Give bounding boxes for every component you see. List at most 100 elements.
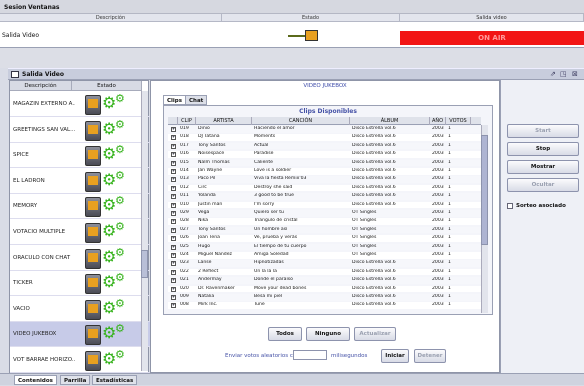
row-checkbox[interactable] <box>171 261 176 267</box>
row-checkbox[interactable] <box>171 219 176 225</box>
tab-clips[interactable]: Clips <box>163 95 187 105</box>
content-list-item[interactable]: MAGAZIN EXTERNO A... ⚙ ⚙ <box>10 92 150 117</box>
th-artist[interactable]: ARTISTA <box>196 117 252 125</box>
row-checkbox[interactable] <box>171 152 176 158</box>
tab-schedule[interactable]: Parrilla <box>60 375 91 385</box>
status-indicator-icon[interactable] <box>305 30 318 41</box>
cell: Move your dead bones <box>254 285 307 291</box>
table-row[interactable]: 014 Jan Wayne Love is a soldier Disco Estre… <box>168 168 488 175</box>
tab-statistics[interactable]: Estadísticas <box>92 375 138 385</box>
stop-button[interactable]: Stop <box>507 142 579 156</box>
start-button[interactable]: Start <box>507 124 579 138</box>
tab-chat[interactable]: Chat <box>185 95 208 105</box>
table-scrollbar-thumb[interactable] <box>481 135 488 245</box>
cell: 1 <box>448 277 451 283</box>
table-row[interactable]: 021 Andermay Donde el paraíso Disco Estrell… <box>168 277 488 284</box>
table-row[interactable]: 028 Nika Triangulo de cristal OT Singles 200… <box>168 218 488 225</box>
th-song[interactable]: CANCIÓN <box>252 117 350 125</box>
table-row[interactable]: 029 Vega Quiero ser tu OT Singles 2003 1 <box>168 210 488 217</box>
table-row[interactable]: 012 Circ Destroy she said Disco Estrella vo… <box>168 184 488 192</box>
lp-col-status: Estado <box>72 81 142 91</box>
close-icon[interactable]: ⊠ <box>572 70 578 78</box>
table-row[interactable]: 013 Paco Pil Viva la fiesta Remix'03 Disco … <box>168 176 488 183</box>
row-checkbox[interactable] <box>171 278 176 284</box>
content-list-item[interactable]: TICKER ⚙ ⚙ <box>10 271 150 297</box>
small-gear-icon: ⚙ <box>115 143 125 157</box>
restore-icon[interactable]: ⇗ <box>550 70 556 78</box>
list-scrollbar[interactable] <box>141 91 148 371</box>
table-row[interactable]: 023 Lanse Hipnotizadas Disco Estrella vol.6… <box>168 260 488 267</box>
table-row[interactable]: 015 Nalm Thomas Caliente Disco Estrella vol… <box>168 159 488 167</box>
row-checkbox[interactable] <box>171 169 176 174</box>
table-row[interactable]: 010 Justin man I'm sorry Disco Estrella vol… <box>168 201 488 209</box>
row-checkbox[interactable] <box>171 135 176 141</box>
table-row[interactable]: 024 Miguel Nandez Amiga Soledad OT Singles 2… <box>168 252 488 259</box>
cell: 1 <box>448 151 451 157</box>
table-row[interactable]: 019 Dinio Haciendo el amor Disco Estrella v… <box>168 126 488 133</box>
table-row[interactable]: 016 Noisespace Paradise Disco Estrella vol.… <box>168 151 488 158</box>
content-list-item[interactable]: VIDEO JUKEBOX ⚙ ⚙ <box>10 322 150 348</box>
window-titlebar[interactable]: Salida Video ⇗ ◳ ⊠ <box>8 68 584 80</box>
content-list-item[interactable]: VOT BARRAE HORIZO... ⚙ ⚙ <box>10 348 150 373</box>
content-list-item[interactable]: VOTACIÓ MÚLTIPLE ⚙ ⚙ <box>10 220 150 245</box>
row-checkbox[interactable] <box>171 185 176 191</box>
select-none-button[interactable]: Ninguno <box>306 327 350 341</box>
tab-contents[interactable]: Contenidos <box>14 375 57 385</box>
table-row[interactable]: 022 2 Reflect Un la la la Disco Estrella vo… <box>168 268 488 276</box>
menu-ventanas[interactable]: Ventanas <box>28 4 59 11</box>
row-checkbox[interactable] <box>171 194 176 200</box>
content-list-item[interactable]: SPICE ⚙ ⚙ <box>10 143 150 169</box>
table-row[interactable]: 011 Yolanda 3 good to be true Disco Estrell… <box>168 193 488 200</box>
row-checkbox[interactable] <box>171 177 176 183</box>
content-list-item[interactable]: GREETINGS SAN VAL... ⚙ ⚙ <box>10 118 150 143</box>
draw-checkbox[interactable] <box>507 203 513 209</box>
start-votes-button[interactable]: Iniciar <box>381 349 409 363</box>
row-checkbox[interactable] <box>171 227 176 233</box>
refresh-button[interactable]: Actualizar <box>354 327 396 341</box>
cell: 010 <box>180 201 189 207</box>
table-row[interactable]: 025 Hugo El tiempo de tu cuerpo OT Singles 2… <box>168 243 488 251</box>
th-clip[interactable]: CLIP <box>178 117 196 125</box>
table-row[interactable]: 009 Natalia Besa mi piel Disco Estrella vol… <box>168 294 488 301</box>
table-row[interactable]: 020 Dr. Ravenmaker Move your dead bones Dis… <box>168 285 488 293</box>
row-checkbox[interactable] <box>171 143 176 149</box>
cell: 1 <box>448 302 451 308</box>
small-gear-icon: ⚙ <box>115 296 125 310</box>
select-all-button[interactable]: Todos <box>268 327 302 341</box>
cell: 028 <box>180 218 189 224</box>
content-list-item[interactable]: VACIO ⚙ ⚙ <box>10 297 150 322</box>
th-year[interactable]: AÑO <box>430 117 446 125</box>
row-checkbox[interactable] <box>171 286 176 292</box>
cell: 2003 <box>432 142 444 148</box>
row-checkbox[interactable] <box>171 295 176 300</box>
content-list-item[interactable]: EL LADRÓN ⚙ ⚙ <box>10 169 150 194</box>
table-row[interactable]: 027 Tony Santos Un hombre así OT Singles 200… <box>168 226 488 234</box>
table-row[interactable]: 018 DJ Tatana Moments Disco Estrella vol.6 2… <box>168 134 488 141</box>
hide-button[interactable]: Ocultar <box>507 178 579 192</box>
table-row[interactable]: 026 Joan Tena Ve, prueba y verás OT Singles… <box>168 235 488 242</box>
row-checkbox[interactable] <box>171 269 176 275</box>
row-checkbox[interactable] <box>171 202 176 208</box>
row-checkbox[interactable] <box>171 244 176 250</box>
onair-button[interactable]: ON AIR <box>400 31 584 45</box>
maximize-icon[interactable]: ◳ <box>560 70 567 78</box>
row-checkbox[interactable] <box>171 236 176 242</box>
stop-votes-button[interactable]: Detener <box>414 349 446 363</box>
table-row[interactable]: 008 Mirk Inc. Tune Disco Estrella vol.6 2003… <box>168 302 488 309</box>
interval-input[interactable] <box>293 350 327 360</box>
show-button[interactable]: Mostrar <box>507 160 579 174</box>
row-checkbox[interactable] <box>171 127 176 132</box>
menu-sesion[interactable]: Sesion <box>4 4 26 11</box>
list-scrollbar-thumb[interactable] <box>141 250 148 278</box>
row-checkbox[interactable] <box>171 253 176 258</box>
th-album[interactable]: ÁLBUM <box>350 117 430 125</box>
th-votes[interactable]: VOTOS <box>446 117 471 125</box>
cell: Disco Estrella vol.6 <box>352 285 396 291</box>
row-checkbox[interactable] <box>171 211 176 216</box>
content-list-item[interactable]: MEMORY ⚙ ⚙ <box>10 194 150 220</box>
row-checkbox[interactable] <box>171 160 176 166</box>
row-checkbox[interactable] <box>171 303 176 309</box>
tv-icon <box>85 95 101 115</box>
table-row[interactable]: 017 Tony Santos Actual Disco Estrella vol.6… <box>168 142 488 150</box>
content-list-item[interactable]: ORACULO CON CHAT ⚙ ⚙ <box>10 246 150 271</box>
